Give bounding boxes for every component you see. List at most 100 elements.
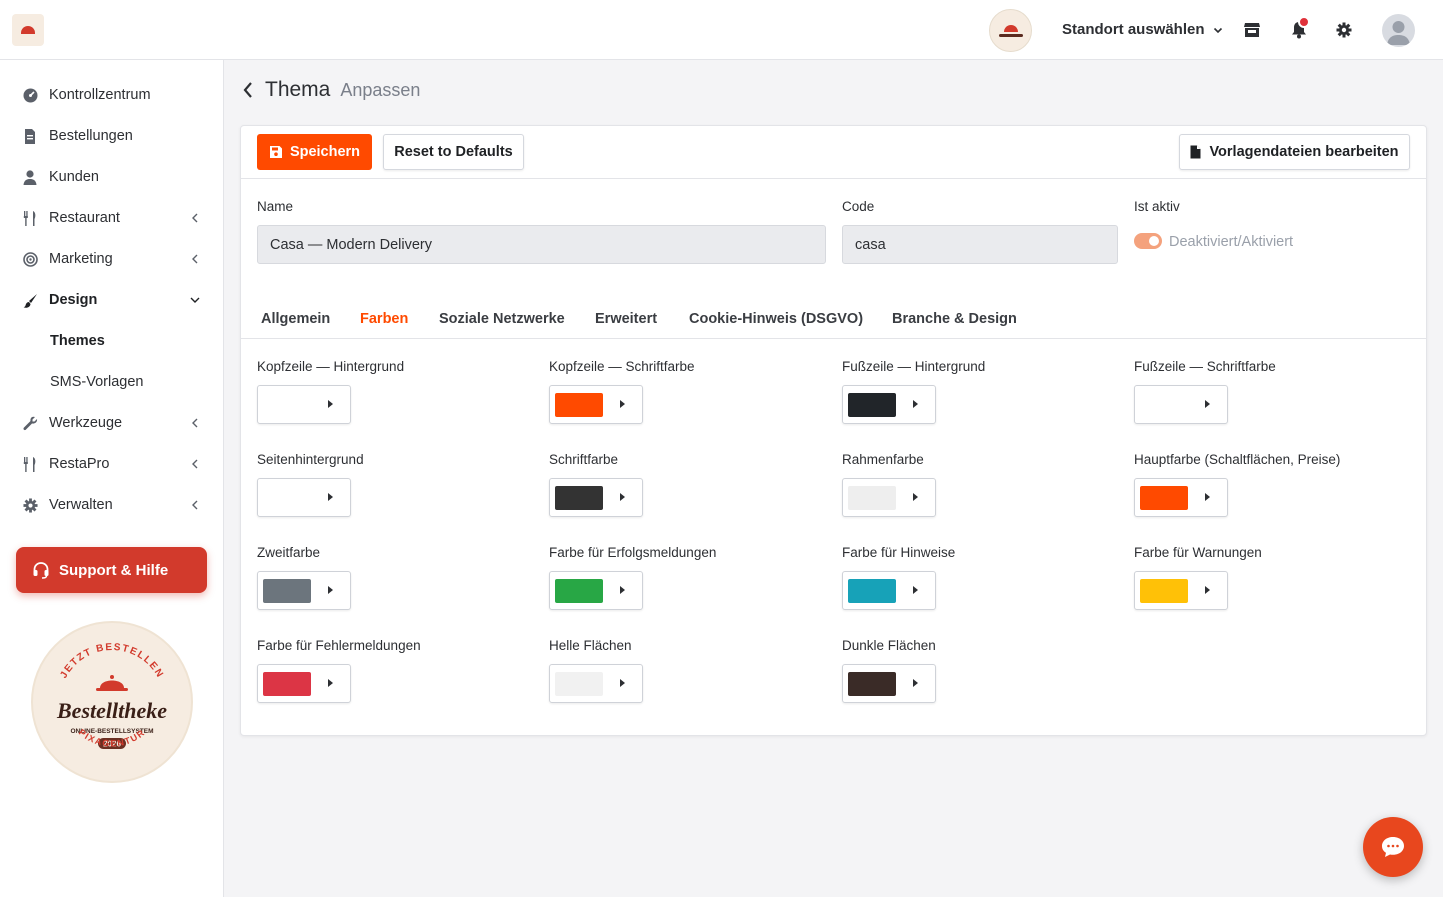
back-arrow-icon[interactable]	[240, 80, 256, 100]
chat-button[interactable]	[1363, 817, 1423, 877]
color-swatch	[263, 579, 311, 603]
color-picker[interactable]	[257, 664, 351, 703]
color-picker[interactable]	[1134, 385, 1228, 424]
name-input[interactable]: Casa — Modern Delivery	[257, 225, 826, 264]
color-swatch	[1140, 393, 1188, 417]
active-label: Ist aktiv	[1134, 199, 1180, 214]
code-input[interactable]: casa	[842, 225, 1118, 264]
color-picker[interactable]	[549, 478, 643, 517]
color-picker[interactable]	[842, 664, 936, 703]
color-picker[interactable]	[549, 385, 643, 424]
sidebar-item-label: Verwalten	[49, 497, 113, 513]
color-label: Dunkle Flächen	[842, 638, 936, 653]
chevron-left-icon	[188, 416, 202, 430]
color-label: Farbe für Erfolgsmeldungen	[549, 545, 717, 560]
caret-right-icon	[1205, 400, 1210, 408]
active-toggle[interactable]	[1134, 233, 1162, 249]
tab-allgemein[interactable]: Allgemein	[261, 311, 330, 327]
color-swatch	[263, 486, 311, 510]
color-picker[interactable]	[842, 478, 936, 517]
sidebar-item-label: Bestellungen	[49, 128, 133, 144]
sidebar-item-label: Werkzeuge	[49, 415, 123, 431]
gear-icon[interactable]	[1334, 20, 1354, 40]
color-label: Farbe für Warnungen	[1134, 545, 1262, 560]
sidebar-item-verwalten[interactable]: Verwalten	[0, 487, 223, 523]
color-label: Kopfzeile — Hintergrund	[257, 359, 405, 374]
color-label: Farbe für Fehlermeldungen	[257, 638, 421, 653]
color-picker[interactable]	[257, 385, 351, 424]
app-logo[interactable]	[12, 14, 44, 46]
headset-icon	[33, 562, 49, 579]
tab-soziale-netzwerke[interactable]: Soziale Netzwerke	[439, 311, 565, 327]
store-logo[interactable]	[989, 9, 1032, 52]
sidebar-item-restapro[interactable]: RestaPro	[0, 446, 223, 482]
active-toggle-label: Deaktiviert/Aktiviert	[1169, 234, 1294, 250]
sidebar-item-werkzeuge[interactable]: Werkzeuge	[0, 405, 223, 441]
sidebar-item-sms-vorlagen[interactable]: SMS-Vorlagen	[0, 364, 223, 400]
color-picker[interactable]	[1134, 571, 1228, 610]
sidebar-item-marketing[interactable]: Marketing	[0, 241, 223, 277]
chevron-left-icon	[188, 498, 202, 512]
chevron-down-icon	[1213, 27, 1222, 33]
caret-right-icon	[913, 400, 918, 408]
color-label: Kopfzeile — Schriftfarbe	[549, 359, 695, 374]
caret-right-icon	[620, 586, 625, 594]
sidebar-item-kunden[interactable]: Kunden	[0, 159, 223, 195]
tab-erweitert[interactable]: Erweitert	[595, 311, 657, 327]
dashboard-icon	[22, 87, 38, 103]
sidebar-item-design[interactable]: Design	[0, 282, 223, 318]
tab-bar: Allgemein Farben Soziale Netzwerke Erwei…	[241, 296, 1426, 339]
color-label: Fußzeile — Hintergrund	[842, 359, 986, 374]
tab-farben[interactable]: Farben	[360, 311, 408, 327]
floppy-disk-icon	[269, 146, 282, 158]
save-button[interactable]: Speichern	[257, 134, 372, 170]
color-picker[interactable]	[257, 478, 351, 517]
color-picker[interactable]	[549, 571, 643, 610]
color-picker[interactable]	[842, 571, 936, 610]
edit-template-files-button[interactable]: Vorlagendateien bearbeiten	[1179, 134, 1410, 170]
utensils-icon	[22, 210, 38, 226]
sidebar-item-kontrollzentrum[interactable]: Kontrollzentrum	[0, 77, 223, 113]
color-picker[interactable]	[549, 664, 643, 703]
location-select-label: Standort auswählen	[1062, 21, 1205, 38]
support-button[interactable]: Support & Hilfe	[16, 547, 207, 593]
store-icon[interactable]	[1242, 20, 1262, 40]
caret-right-icon	[328, 586, 333, 594]
color-picker[interactable]	[257, 571, 351, 610]
sidebar-item-themes[interactable]: Themes	[0, 323, 223, 359]
sidebar-item-label: Themes	[50, 333, 105, 349]
bullseye-icon	[22, 251, 38, 267]
color-picker[interactable]	[842, 385, 936, 424]
color-label: Schriftfarbe	[549, 452, 619, 467]
chevron-left-icon	[188, 252, 202, 266]
caret-right-icon	[913, 679, 918, 687]
caret-right-icon	[620, 679, 625, 687]
sidebar-item-bestellungen[interactable]: Bestellungen	[0, 118, 223, 154]
save-button-label: Speichern	[289, 144, 361, 160]
sidebar-item-restaurant[interactable]: Restaurant	[0, 200, 223, 236]
reset-defaults-button[interactable]: Reset to Defaults	[383, 134, 524, 170]
color-swatch	[848, 579, 896, 603]
caret-right-icon	[913, 586, 918, 594]
chat-bubble-icon	[1382, 837, 1404, 857]
color-picker[interactable]	[1134, 478, 1228, 517]
tab-cookie-hinweis[interactable]: Cookie-Hinweis (DSGVO)	[689, 311, 863, 327]
color-swatch	[263, 672, 311, 696]
color-swatch	[263, 393, 311, 417]
color-swatch	[555, 393, 603, 417]
gear-icon	[22, 497, 38, 513]
color-label: Hauptfarbe (Schaltflächen, Preise)	[1134, 452, 1341, 467]
color-label: Seitenhintergrund	[257, 452, 364, 467]
user-icon	[22, 169, 38, 185]
caret-right-icon	[328, 679, 333, 687]
caret-right-icon	[620, 493, 625, 501]
sidebar-item-label: Kunden	[49, 169, 99, 185]
color-swatch	[555, 579, 603, 603]
reset-button-label: Reset to Defaults	[394, 144, 513, 160]
location-select[interactable]: Standort auswählen	[1062, 21, 1223, 38]
file-icon	[1190, 145, 1201, 159]
tab-branche-design[interactable]: Branche & Design	[892, 311, 1017, 327]
user-avatar[interactable]	[1382, 14, 1415, 47]
page-subtitle: Anpassen	[340, 79, 421, 100]
color-label: Rahmenfarbe	[842, 452, 924, 467]
